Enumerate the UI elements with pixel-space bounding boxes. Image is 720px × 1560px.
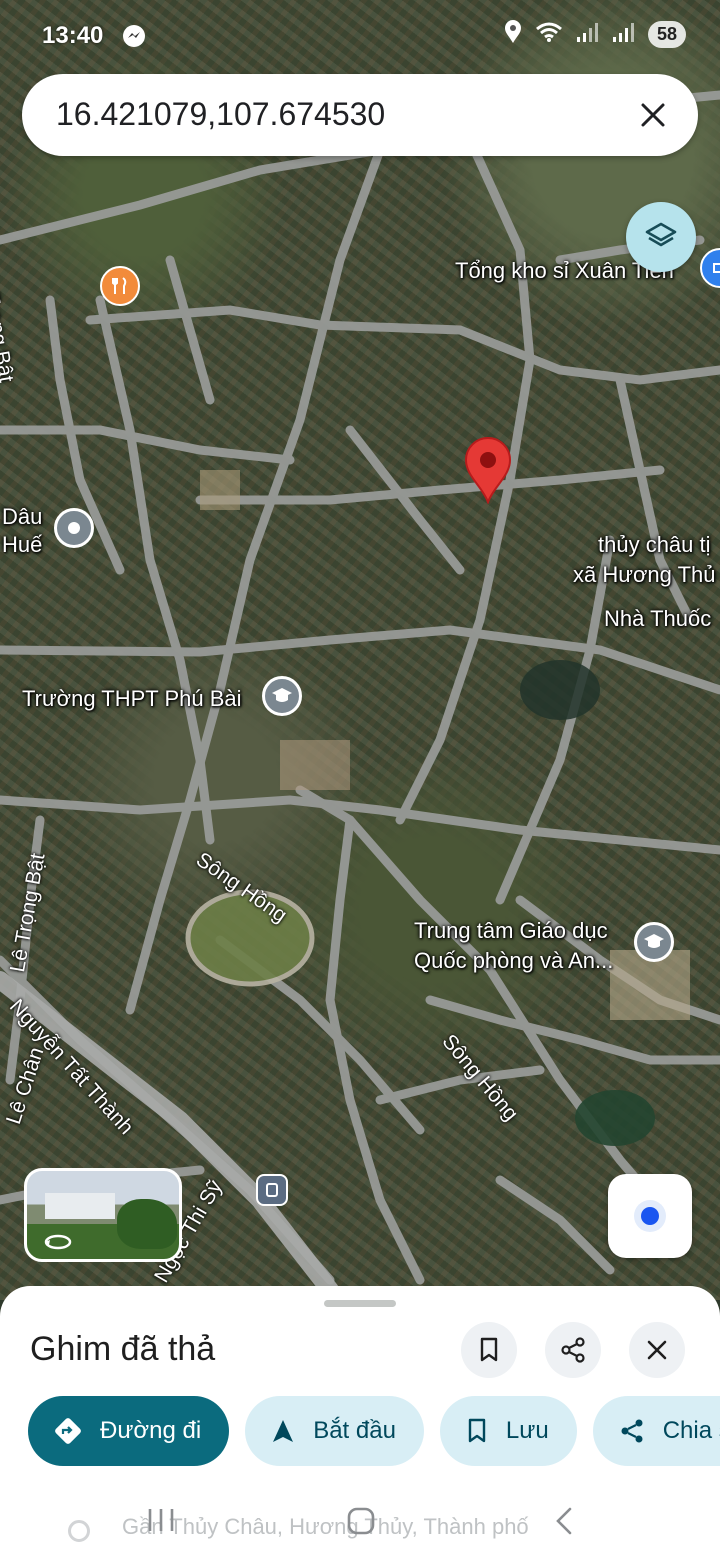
- map-label-thuy-chau-1[interactable]: thủy châu tị: [598, 532, 711, 558]
- directions-icon: [55, 1418, 81, 1444]
- close-icon: [647, 1340, 667, 1360]
- home-button[interactable]: [346, 1506, 376, 1541]
- dropped-pin-icon[interactable]: [462, 436, 514, 504]
- status-bar: 13:40 58: [0, 0, 720, 74]
- save-button[interactable]: Lưu: [439, 1396, 577, 1466]
- close-sheet-button[interactable]: [629, 1322, 685, 1378]
- back-icon: [556, 1507, 572, 1535]
- map-label-trung-tam-2[interactable]: Quốc phòng và An...: [414, 948, 613, 974]
- school-icon[interactable]: [262, 676, 302, 716]
- drag-handle[interactable]: [324, 1300, 396, 1307]
- messenger-icon: [122, 24, 146, 53]
- start-label: Bắt đầu: [313, 1417, 396, 1444]
- street-view-thumbnail[interactable]: [24, 1168, 182, 1262]
- action-chips: Đường đi Bắt đầu Lưu Chia sẻ: [28, 1396, 720, 1466]
- signal-icon: [576, 21, 598, 48]
- place-title: Ghim đã thả: [30, 1330, 216, 1368]
- my-location-button[interactable]: [608, 1174, 692, 1258]
- my-location-icon: [634, 1200, 666, 1232]
- bus-stop-icon[interactable]: [256, 1174, 288, 1206]
- status-time: 13:40: [42, 22, 104, 49]
- map-label-truong-thpt[interactable]: Trường THPT Phú Bài: [22, 686, 242, 712]
- navigation-arrow-icon: [273, 1420, 294, 1442]
- bookmark-icon: [480, 1337, 498, 1362]
- location-icon: [504, 20, 522, 49]
- save-label: Lưu: [505, 1417, 549, 1444]
- school-icon-2[interactable]: [634, 922, 674, 962]
- share-button[interactable]: Chia sẻ: [592, 1396, 720, 1466]
- home-icon: [347, 1507, 375, 1535]
- share-icon: [561, 1337, 585, 1363]
- map-label-trung-tam-1[interactable]: Trung tâm Giáo dục: [414, 918, 608, 944]
- share-label: Chia sẻ: [662, 1417, 720, 1444]
- rotate-360-icon: [44, 1234, 72, 1250]
- tree-shape: [117, 1199, 177, 1249]
- map-label-hue[interactable]: Huế: [2, 532, 42, 558]
- place-marker-icon[interactable]: [54, 508, 94, 548]
- directions-label: Đường đi: [100, 1417, 202, 1444]
- restaurant-icon[interactable]: [100, 266, 140, 306]
- bookmark-icon: [468, 1418, 486, 1443]
- back-button[interactable]: [552, 1506, 576, 1541]
- building-shape: [45, 1193, 115, 1219]
- signal-icon-2: [612, 21, 634, 48]
- battery-indicator: 58: [647, 21, 686, 48]
- system-nav-bar: [0, 1488, 720, 1560]
- map-label-nha-thuoc[interactable]: Nhà Thuốc: [604, 606, 711, 632]
- recent-apps-button[interactable]: [146, 1506, 176, 1539]
- directions-button[interactable]: Đường đi: [28, 1396, 230, 1466]
- satellite-map[interactable]: Tổng kho sỉ Xuân Tiến Dâu Huế thủy châu …: [0, 0, 720, 1300]
- clear-search-button[interactable]: [630, 92, 676, 138]
- search-input[interactable]: 16.421079,107.674530: [56, 96, 385, 133]
- save-place-button[interactable]: [461, 1322, 517, 1378]
- wifi-icon: [536, 21, 562, 48]
- map-label-dau[interactable]: Dâu: [2, 504, 42, 530]
- share-icon: [621, 1419, 643, 1443]
- start-button[interactable]: Bắt đầu: [245, 1396, 424, 1466]
- search-bar[interactable]: 16.421079,107.674530: [22, 74, 698, 156]
- layers-icon: [645, 222, 677, 247]
- map-layers-button[interactable]: [626, 202, 696, 272]
- map-label-thuy-chau-2[interactable]: xã Hương Thủ: [573, 562, 715, 588]
- recents-icon: [148, 1509, 174, 1531]
- close-icon: [641, 103, 665, 127]
- share-place-button[interactable]: [545, 1322, 601, 1378]
